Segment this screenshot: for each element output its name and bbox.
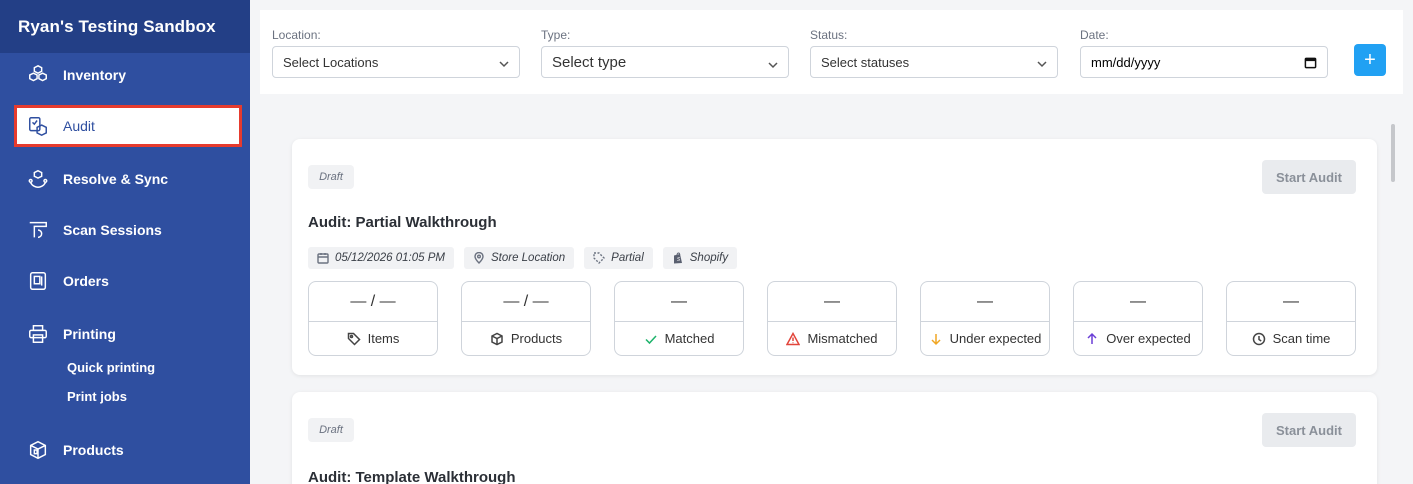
scrollbar[interactable] bbox=[1391, 124, 1395, 182]
location-select[interactable]: Select Locations bbox=[272, 46, 520, 78]
check-icon bbox=[644, 332, 658, 346]
stat-scan-time: — Scan time bbox=[1226, 281, 1356, 356]
stat-label: Products bbox=[510, 331, 563, 346]
stat-value: — bbox=[921, 282, 1049, 322]
audit-stats: — / — Items — / — Products — Matched — M… bbox=[308, 281, 1356, 356]
sidebar-item-products[interactable]: Products bbox=[0, 432, 250, 468]
sidebar-item-label: Products bbox=[63, 442, 124, 458]
meta-datetime-value: 05/12/2026 01:05 PM bbox=[335, 252, 445, 264]
partial-tag-icon bbox=[593, 252, 606, 264]
sidebar-item-label: Orders bbox=[63, 273, 109, 289]
calendar-icon bbox=[317, 253, 329, 264]
stat-products: — / — Products bbox=[461, 281, 591, 356]
stat-label: Over expected bbox=[1106, 331, 1191, 346]
stat-value: — bbox=[1227, 282, 1355, 322]
stat-value: — / — bbox=[309, 282, 437, 322]
status-badge: Draft bbox=[308, 418, 354, 442]
meta-datetime: 05/12/2026 01:05 PM bbox=[308, 247, 454, 269]
printer-icon bbox=[27, 323, 49, 345]
sidebar-item-label: Scan Sessions bbox=[63, 222, 162, 238]
scan-sessions-icon bbox=[27, 219, 49, 241]
status-badge: Draft bbox=[308, 165, 354, 189]
type-filter-label: Type: bbox=[541, 28, 571, 42]
stat-label: Under expected bbox=[949, 331, 1042, 346]
sidebar: Ryan's Testing Sandbox Inventory Audit R… bbox=[0, 0, 250, 484]
sidebar-item-label: Inventory bbox=[63, 67, 127, 83]
tag-icon bbox=[347, 332, 361, 346]
stat-value: — bbox=[615, 282, 743, 322]
stat-items: — / — Items bbox=[308, 281, 438, 356]
start-audit-button[interactable]: Start Audit bbox=[1262, 413, 1356, 447]
status-filter: Status: Select statuses bbox=[810, 28, 1058, 78]
meta-type-value: Partial bbox=[611, 252, 644, 264]
sidebar-subitem-quick-printing[interactable]: Quick printing bbox=[67, 360, 155, 375]
sidebar-item-label: Printing bbox=[63, 326, 116, 342]
sidebar-item-label: Resolve & Sync bbox=[63, 171, 169, 187]
location-select-value: Select Locations bbox=[283, 54, 379, 70]
stat-value: — / — bbox=[462, 282, 590, 322]
type-select[interactable]: Select type bbox=[541, 46, 789, 78]
clock-icon bbox=[1252, 332, 1266, 346]
products-icon bbox=[27, 439, 49, 461]
inventory-icon bbox=[27, 64, 49, 86]
stat-label: Matched bbox=[664, 331, 715, 346]
date-filter: Date: mm/dd/yyyy bbox=[1080, 28, 1328, 78]
box-icon bbox=[490, 332, 504, 346]
shopify-icon: S bbox=[673, 252, 682, 264]
arrow-down-icon bbox=[929, 332, 943, 346]
filter-bar: Location: Select Locations Type: Select … bbox=[260, 10, 1403, 94]
date-input-value: mm/dd/yyyy bbox=[1091, 54, 1161, 70]
audit-meta: 05/12/2026 01:05 PM Store Location Parti… bbox=[308, 247, 738, 269]
status-filter-label: Status: bbox=[810, 28, 848, 42]
audit-title: Audit: Partial Walkthrough bbox=[308, 214, 497, 231]
meta-source: S Shopify bbox=[662, 247, 738, 269]
sidebar-item-label: Audit bbox=[63, 118, 95, 134]
chevron-down-icon bbox=[768, 57, 778, 69]
stat-label: Items bbox=[367, 331, 400, 346]
meta-source-value: Shopify bbox=[689, 252, 729, 264]
stat-label: Mismatched bbox=[807, 331, 878, 346]
type-filter: Type: Select type bbox=[541, 28, 789, 78]
orders-icon bbox=[27, 270, 49, 292]
stat-value: — bbox=[1074, 282, 1202, 322]
sidebar-item-orders[interactable]: Orders bbox=[0, 263, 250, 299]
arrow-up-icon bbox=[1085, 332, 1099, 346]
stat-matched: — Matched bbox=[614, 281, 744, 356]
start-audit-button[interactable]: Start Audit bbox=[1262, 160, 1356, 194]
audit-icon bbox=[27, 115, 49, 137]
stat-mismatched: — Mismatched bbox=[767, 281, 897, 356]
chevron-down-icon bbox=[499, 57, 509, 68]
location-filter: Location: Select Locations bbox=[272, 28, 520, 78]
stat-under-expected: — Under expected bbox=[920, 281, 1050, 356]
add-audit-button[interactable]: + bbox=[1354, 44, 1386, 76]
location-filter-label: Location: bbox=[272, 28, 321, 42]
sidebar-item-audit[interactable]: Audit bbox=[14, 105, 242, 147]
status-select[interactable]: Select statuses bbox=[810, 46, 1058, 78]
meta-location-value: Store Location bbox=[490, 252, 566, 264]
stat-value: — bbox=[768, 282, 896, 322]
date-input[interactable]: mm/dd/yyyy bbox=[1080, 46, 1328, 78]
audit-card: Draft Start Audit Audit: Partial Walkthr… bbox=[292, 139, 1377, 375]
sidebar-item-scan-sessions[interactable]: Scan Sessions bbox=[0, 212, 250, 248]
sidebar-item-resolve-sync[interactable]: Resolve & Sync bbox=[0, 161, 250, 197]
type-select-value: Select type bbox=[552, 53, 627, 71]
workspace-title: Ryan's Testing Sandbox bbox=[0, 0, 250, 53]
chevron-down-icon bbox=[1037, 57, 1047, 68]
warning-icon bbox=[786, 331, 801, 346]
resolve-sync-icon bbox=[27, 168, 49, 190]
meta-location: Store Location bbox=[463, 247, 575, 269]
sidebar-item-printing[interactable]: Printing bbox=[0, 316, 250, 352]
meta-type: Partial bbox=[584, 247, 653, 269]
sidebar-item-inventory[interactable]: Inventory bbox=[0, 57, 250, 93]
audit-title: Audit: Template Walkthrough bbox=[308, 469, 516, 484]
status-select-value: Select statuses bbox=[821, 54, 910, 70]
audit-card: Draft Start Audit Audit: Template Walkth… bbox=[292, 392, 1377, 484]
sidebar-subitem-print-jobs[interactable]: Print jobs bbox=[67, 389, 127, 404]
location-pin-icon bbox=[474, 252, 484, 264]
stat-label: Scan time bbox=[1272, 331, 1331, 346]
stat-over-expected: — Over expected bbox=[1073, 281, 1203, 356]
calendar-icon[interactable] bbox=[1304, 56, 1317, 69]
date-filter-label: Date: bbox=[1080, 28, 1109, 42]
